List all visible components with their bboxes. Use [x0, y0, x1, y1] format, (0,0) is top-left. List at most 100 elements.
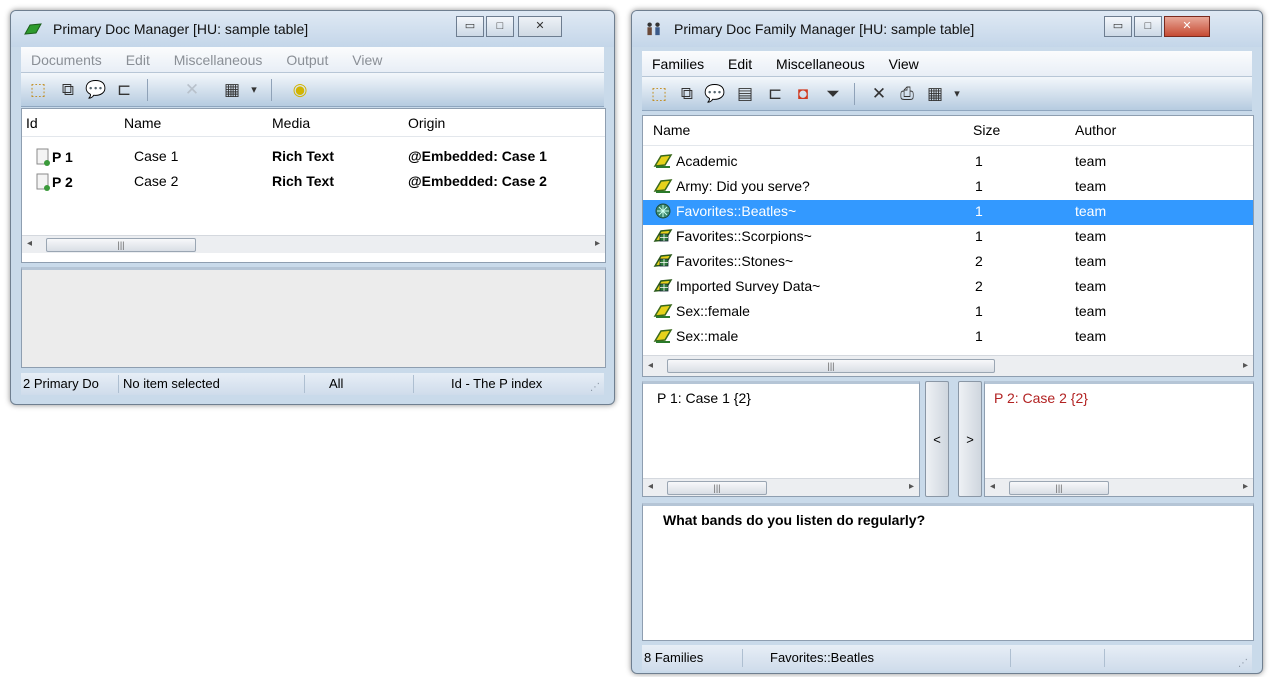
minimize-button[interactable]: ▭	[456, 16, 484, 37]
resize-grip-icon[interactable]: ⋰	[590, 382, 600, 393]
scroll-left-icon[interactable]: ◂	[648, 481, 653, 492]
family-row[interactable]: Academic 1 team	[643, 150, 1253, 175]
delete-icon[interactable]: ✕	[181, 79, 203, 101]
members-in-scrollbar[interactable]: ◂ ||| ▸	[643, 478, 919, 496]
menu-output[interactable]: Output	[276, 47, 338, 73]
row-media: Rich Text	[272, 173, 334, 189]
table-family-icon	[653, 228, 673, 244]
yellow-family-icon	[653, 178, 673, 194]
tree-icon[interactable]: ⊏	[764, 83, 786, 105]
yellow-family-icon	[653, 328, 673, 344]
row-origin: @Embedded: Case 2	[408, 173, 547, 189]
filter-icon[interactable]: ⏷	[822, 83, 844, 105]
family-list: Name Size Author Academic 1 team Army: Did …	[642, 115, 1254, 377]
document-list-scrollbar[interactable]: ◂ ||| ▸	[22, 235, 605, 253]
right-status-bar: 8 Families Favorites::Beatles ⋰	[642, 645, 1252, 671]
scroll-left-icon[interactable]: ◂	[648, 360, 653, 371]
scroll-left-icon[interactable]: ◂	[990, 481, 995, 492]
column-name[interactable]: Name	[653, 122, 690, 138]
menu-view[interactable]: View	[342, 47, 392, 73]
members-out-scrollbar[interactable]: ◂ ||| ▸	[985, 478, 1253, 496]
scroll-right-icon[interactable]: ▸	[909, 481, 914, 492]
family-list-header: Name Size Author	[643, 116, 1253, 146]
family-size: 2	[975, 278, 983, 294]
close-button[interactable]: ✕	[1164, 16, 1210, 37]
row-name: Case 1	[134, 148, 179, 164]
family-row[interactable]: Favorites::Beatles~ 1 team	[643, 200, 1253, 225]
row-id: P 1	[36, 148, 73, 166]
move-right-button[interactable]: >	[958, 381, 982, 497]
minimize-button[interactable]: ▭	[1104, 16, 1132, 37]
document-preview-pane[interactable]	[21, 267, 606, 368]
menu-documents[interactable]: Documents	[21, 47, 112, 73]
scroll-right-icon[interactable]: ▸	[1243, 481, 1248, 492]
column-size[interactable]: Size	[973, 122, 1000, 138]
print-icon[interactable]: ⎙	[896, 83, 918, 105]
menu-edit[interactable]: Edit	[718, 51, 762, 77]
family-size: 1	[975, 178, 983, 194]
column-author[interactable]: Author	[1075, 122, 1116, 138]
scroll-right-icon[interactable]: ▸	[1243, 360, 1248, 371]
family-name-text: Academic	[676, 153, 738, 169]
column-id[interactable]: Id	[26, 115, 38, 131]
column-media[interactable]: Media	[272, 115, 310, 131]
family-name-text: Imported Survey Data~	[676, 278, 821, 294]
resize-grip-icon[interactable]: ⋰	[1238, 658, 1248, 669]
maximize-button[interactable]: □	[1134, 16, 1162, 37]
family-row[interactable]: Favorites::Scorpions~ 1 team	[643, 225, 1253, 250]
family-row[interactable]: Sex::female 1 team	[643, 300, 1253, 325]
menu-view[interactable]: View	[879, 51, 929, 77]
document-icon	[36, 148, 50, 166]
family-row[interactable]: Imported Survey Data~ 2 team	[643, 275, 1253, 300]
right-title-bar[interactable]: Primary Doc Family Manager [HU: sample t…	[632, 11, 1262, 47]
family-author: team	[1075, 203, 1107, 219]
member-in-item[interactable]: P 1: Case 1 {2}	[657, 390, 751, 406]
maximize-button[interactable]: □	[486, 16, 514, 37]
menu-families[interactable]: Families	[642, 51, 714, 77]
copy-icon[interactable]: ⧉	[676, 83, 698, 105]
scroll-left-icon[interactable]: ◂	[27, 238, 32, 249]
table-row[interactable]: P 1 Case 1 Rich Text @Embedded: Case 1	[22, 145, 605, 170]
comment-icon[interactable]: 💬	[85, 79, 107, 101]
scroll-thumb[interactable]: |||	[667, 359, 995, 373]
move-left-button[interactable]: <	[925, 381, 949, 497]
scroll-thumb[interactable]: |||	[1009, 481, 1109, 495]
yellow-family-icon	[653, 303, 673, 319]
new-folder-icon[interactable]: ⬚	[648, 83, 670, 105]
family-name-text: Army: Did you serve?	[676, 178, 810, 194]
chevron-down-icon[interactable]: ▾	[946, 83, 968, 105]
delete-icon[interactable]: ✕	[868, 83, 890, 105]
member-out-item[interactable]: P 2: Case 2 {2}	[994, 390, 1088, 406]
scroll-thumb[interactable]: |||	[46, 238, 196, 252]
menu-edit[interactable]: Edit	[116, 47, 160, 73]
menu-miscellaneous[interactable]: Miscellaneous	[766, 51, 875, 77]
chevron-down-icon[interactable]: ▾	[243, 79, 265, 101]
table-view-icon[interactable]: ▦	[924, 83, 946, 105]
table-view-icon[interactable]: ▦	[221, 79, 243, 101]
family-row[interactable]: Favorites::Stones~ 2 team	[643, 250, 1253, 275]
table-row[interactable]: P 2 Case 2 Rich Text @Embedded: Case 2	[22, 170, 605, 195]
menu-miscellaneous[interactable]: Miscellaneous	[164, 47, 273, 73]
network-icon[interactable]: ◉	[289, 79, 311, 101]
scroll-thumb[interactable]: |||	[667, 481, 767, 495]
primary-doc-icon	[24, 23, 42, 35]
stop-icon[interactable]: ◘	[792, 83, 814, 105]
family-comment-pane[interactable]: What bands do you listen do regularly?	[642, 503, 1254, 641]
copy-icon[interactable]: ⧉	[57, 79, 79, 101]
family-name: Army: Did you serve?	[653, 178, 810, 194]
close-button[interactable]: ✕	[518, 16, 562, 37]
family-list-scrollbar[interactable]: ◂ ||| ▸	[643, 355, 1253, 376]
column-name[interactable]: Name	[124, 115, 161, 131]
left-title-bar[interactable]: Primary Doc Manager [HU: sample table] ▭…	[11, 11, 614, 47]
comment-icon[interactable]: 💬	[704, 83, 726, 105]
document-icon[interactable]: ▤	[734, 83, 756, 105]
family-name-text: Favorites::Beatles~	[676, 203, 797, 219]
row-origin: @Embedded: Case 1	[408, 148, 547, 164]
column-origin[interactable]: Origin	[408, 115, 445, 131]
family-row[interactable]: Sex::male 1 team	[643, 325, 1253, 350]
tree-icon[interactable]: ⊏	[113, 79, 135, 101]
status-separator	[118, 375, 119, 393]
scroll-right-icon[interactable]: ▸	[595, 238, 600, 249]
new-folder-icon[interactable]: ⬚	[27, 79, 49, 101]
family-row[interactable]: Army: Did you serve? 1 team	[643, 175, 1253, 200]
